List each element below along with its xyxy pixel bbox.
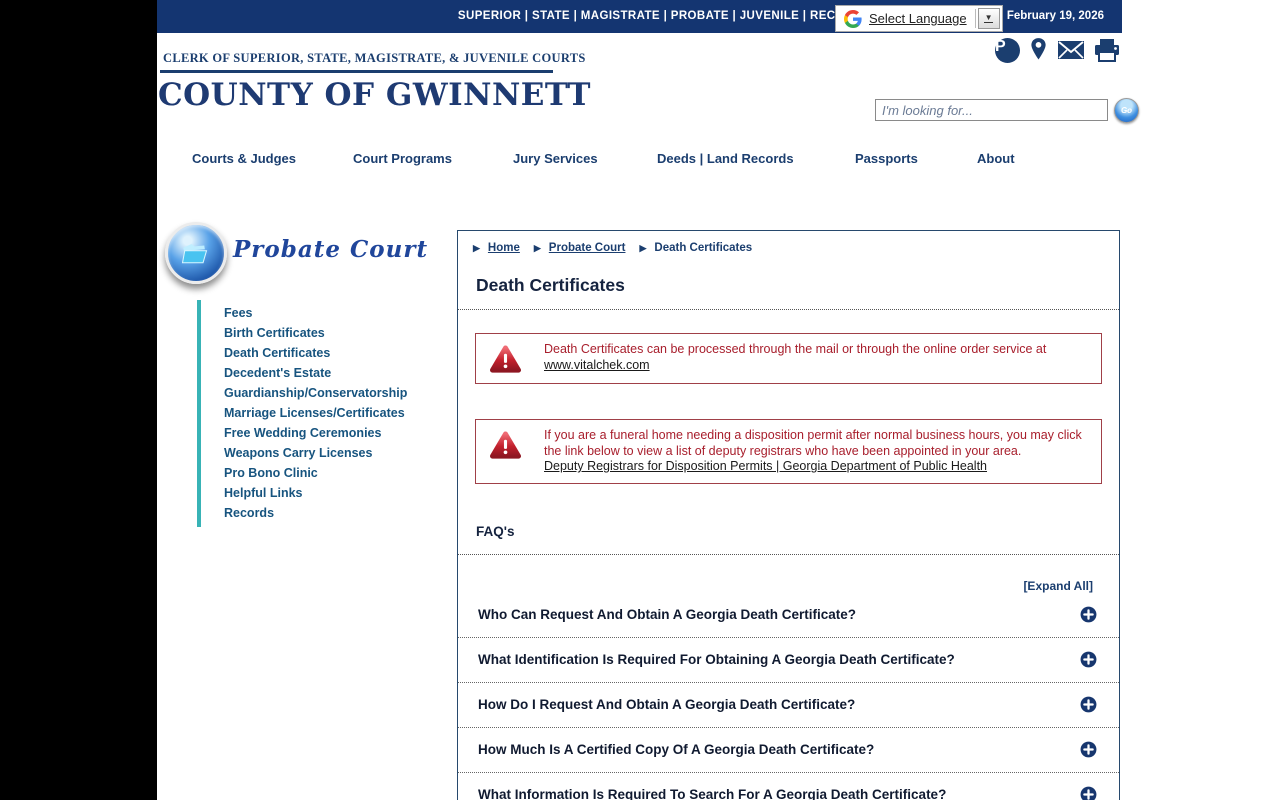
warning-triangle-icon bbox=[490, 431, 521, 459]
language-dropdown-button[interactable]: ▼ bbox=[977, 8, 1000, 29]
parking-icon[interactable]: P bbox=[995, 37, 1020, 63]
sidebar-item-helpful-links[interactable]: Helpful Links bbox=[224, 483, 407, 503]
translate-separator bbox=[974, 9, 976, 28]
header-quick-icons: P bbox=[995, 37, 1120, 63]
breadcrumb-probate-court[interactable]: Probate Court bbox=[549, 242, 626, 254]
select-language-link[interactable]: Select Language bbox=[869, 11, 967, 26]
nav-court-programs[interactable]: Court Programs bbox=[353, 151, 452, 166]
print-icon[interactable] bbox=[1094, 38, 1120, 62]
mail-icon[interactable] bbox=[1057, 40, 1085, 60]
faq-item-how-do-i-request[interactable]: How Do I Request And Obtain A Georgia De… bbox=[458, 683, 1119, 728]
breadcrumb-current: Death Certificates bbox=[654, 242, 753, 254]
faq-question: What Identification Is Required For Obta… bbox=[478, 652, 955, 667]
expand-all-link[interactable]: [Expand All] bbox=[1023, 579, 1093, 593]
expand-all-row: [Expand All] bbox=[458, 555, 1119, 593]
sidebar-item-weapons-carry[interactable]: Weapons Carry Licenses bbox=[224, 443, 407, 463]
nav-courts-judges[interactable]: Courts & Judges bbox=[192, 151, 296, 166]
nav-deeds-land-records[interactable]: Deeds | Land Records bbox=[657, 151, 794, 166]
probate-court-logo bbox=[165, 222, 227, 284]
site-title: COUNTY OF GWINNETT bbox=[158, 77, 591, 113]
plus-circle-icon[interactable] bbox=[1080, 606, 1097, 623]
faq-item-identification-required[interactable]: What Identification Is Required For Obta… bbox=[458, 638, 1119, 683]
clerk-tagline: CLERK OF SUPERIOR, STATE, MAGISTRATE, & … bbox=[163, 51, 586, 65]
plus-circle-icon[interactable] bbox=[1080, 696, 1097, 713]
sidebar-item-marriage-licenses[interactable]: Marriage Licenses/Certificates bbox=[224, 403, 407, 423]
folder-icon bbox=[181, 244, 208, 264]
breadcrumb-home[interactable]: Home bbox=[488, 242, 520, 254]
sidebar-item-birth-certificates[interactable]: Birth Certificates bbox=[224, 323, 407, 343]
breadcrumb: ▶ Home ▶ Probate Court ▶ Death Certifica… bbox=[458, 231, 1119, 254]
sidebar-navigation: Fees Birth Certificates Death Certificat… bbox=[197, 300, 407, 527]
page: SUPERIOR | STATE | MAGISTRATE | PROBATE … bbox=[157, 0, 1280, 800]
courts-links[interactable]: SUPERIOR | STATE | MAGISTRATE | PROBATE … bbox=[458, 10, 890, 22]
main-content-panel: ▶ Home ▶ Probate Court ▶ Death Certifica… bbox=[457, 230, 1120, 800]
plus-circle-icon[interactable] bbox=[1080, 651, 1097, 668]
google-g-icon bbox=[844, 9, 862, 28]
search-go-button[interactable]: Go bbox=[1114, 98, 1139, 123]
warning-triangle-icon bbox=[490, 345, 521, 373]
faq-question: How Do I Request And Obtain A Georgia De… bbox=[478, 697, 856, 712]
probate-court-logo-text: Probate Court bbox=[233, 236, 429, 263]
alert-disposition-permit: If you are a funeral home needing a disp… bbox=[475, 419, 1102, 484]
nav-jury-services[interactable]: Jury Services bbox=[513, 151, 598, 166]
sidebar-item-records[interactable]: Records bbox=[224, 503, 407, 523]
alert-vitalchek: Death Certificates can be processed thro… bbox=[475, 333, 1102, 384]
dropdown-underline bbox=[984, 22, 994, 23]
alert-text: Death Certificates can be processed thro… bbox=[544, 342, 1047, 356]
breadcrumb-arrow-icon: ▶ bbox=[639, 242, 647, 253]
faq-heading: FAQ's bbox=[476, 523, 515, 539]
nav-about[interactable]: About bbox=[977, 151, 1015, 166]
faq-item-who-can-request[interactable]: Who Can Request And Obtain A Georgia Dea… bbox=[458, 593, 1119, 638]
faq-item-information-required-to-search[interactable]: What Information Is Required To Search F… bbox=[458, 773, 1119, 800]
chevron-down-icon: ▼ bbox=[984, 13, 993, 22]
breadcrumb-arrow-icon: ▶ bbox=[533, 242, 541, 253]
faq-question: How Much Is A Certified Copy Of A Georgi… bbox=[478, 742, 875, 757]
sidebar-item-death-certificates[interactable]: Death Certificates bbox=[224, 343, 407, 363]
location-pin-icon[interactable] bbox=[1029, 37, 1048, 63]
alert-text: If you are a funeral home needing a disp… bbox=[544, 428, 1082, 458]
sidebar-item-pro-bono[interactable]: Pro Bono Clinic bbox=[224, 463, 407, 483]
faq-question: Who Can Request And Obtain A Georgia Dea… bbox=[478, 607, 857, 622]
plus-circle-icon[interactable] bbox=[1080, 741, 1097, 758]
vitalchek-link[interactable]: www.vitalchek.com bbox=[544, 358, 650, 372]
sidebar-item-guardianship[interactable]: Guardianship/Conservatorship bbox=[224, 383, 407, 403]
tagline-rule bbox=[160, 70, 553, 73]
deputy-registrars-link[interactable]: Deputy Registrars for Disposition Permit… bbox=[544, 459, 1089, 475]
search-input[interactable] bbox=[875, 99, 1108, 121]
breadcrumb-arrow-icon: ▶ bbox=[473, 242, 480, 253]
google-translate-widget[interactable]: Select Language ▼ bbox=[835, 5, 1003, 32]
sidebar-item-fees[interactable]: Fees bbox=[224, 303, 407, 323]
sidebar-item-decedents-estate[interactable]: Decedent's Estate bbox=[224, 363, 407, 383]
plus-circle-icon[interactable] bbox=[1080, 786, 1097, 800]
divider bbox=[458, 309, 1119, 310]
nav-passports[interactable]: Passports bbox=[855, 151, 918, 166]
faq-item-how-much[interactable]: How Much Is A Certified Copy Of A Georgi… bbox=[458, 728, 1119, 773]
page-title: Death Certificates bbox=[476, 275, 625, 295]
sidebar-item-free-wedding[interactable]: Free Wedding Ceremonies bbox=[224, 423, 407, 443]
faq-question: What Information Is Required To Search F… bbox=[478, 787, 947, 800]
